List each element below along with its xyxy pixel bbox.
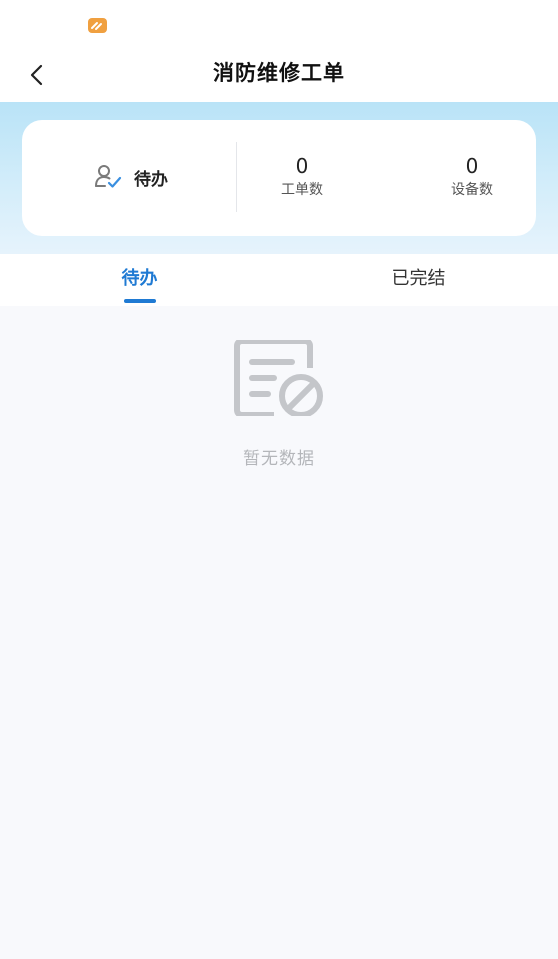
- tab-active-indicator: [124, 299, 156, 303]
- stat-value: 0: [295, 154, 309, 178]
- page-title: 消防维修工单: [213, 61, 345, 85]
- stat-devices: 0 设备数: [422, 154, 522, 200]
- stat-value: 0: [465, 154, 479, 178]
- user-check-icon: [95, 165, 122, 188]
- summary-card: 待办 0 工单数 0 设备数: [22, 120, 536, 236]
- stat-work-orders: 0 工单数: [252, 154, 352, 200]
- pending-label: 待办: [134, 169, 168, 190]
- stat-label: 工单数: [281, 182, 323, 198]
- empty-state-text: 暂无数据: [243, 449, 315, 469]
- no-data-icon: [234, 340, 323, 416]
- card-divider: [236, 142, 237, 212]
- summary-band: 待办 0 工单数 0 设备数: [0, 102, 558, 254]
- tab-completed[interactable]: 已完结: [279, 254, 558, 306]
- stat-label: 设备数: [451, 182, 493, 198]
- app-notification-icon: [88, 18, 107, 33]
- content-area: 暂无数据: [0, 306, 558, 959]
- status-bar: [0, 0, 558, 48]
- nav-bar: 消防维修工单: [0, 48, 558, 102]
- tab-bar: 待办 已完结: [0, 254, 558, 306]
- pending-summary[interactable]: 待办: [94, 162, 168, 192]
